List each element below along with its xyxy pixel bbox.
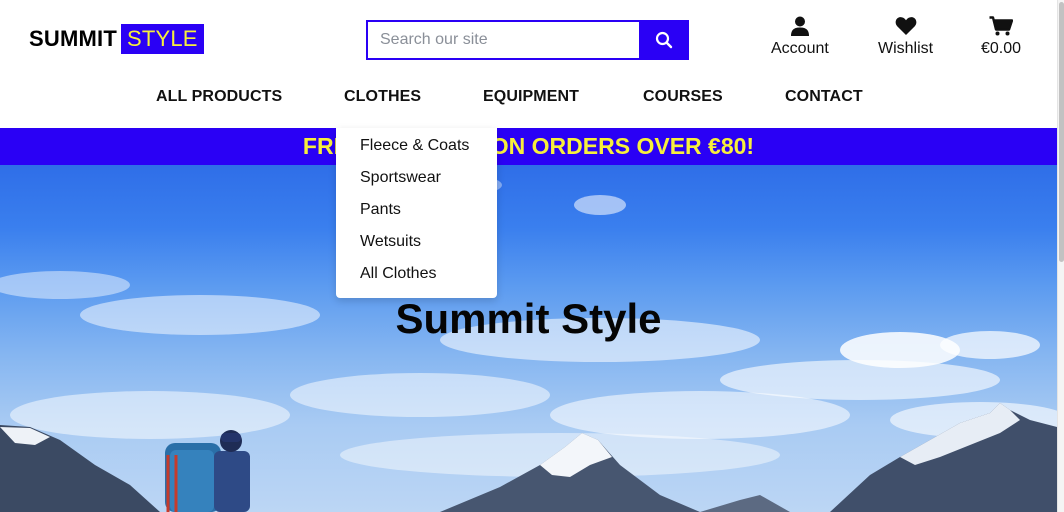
search-button[interactable] bbox=[639, 20, 689, 60]
dropdown-item-fleece-coats[interactable]: Fleece & Coats bbox=[336, 134, 497, 166]
main-nav: ALL PRODUCTS CLOTHES EQUIPMENT COURSES C… bbox=[0, 88, 1057, 112]
scrollbar-thumb[interactable] bbox=[1059, 2, 1064, 262]
clothes-dropdown-menu: Fleece & Coats Sportswear Pants Wetsuits… bbox=[336, 128, 497, 298]
logo-word-summit: SUMMIT bbox=[29, 26, 117, 51]
wishlist-label: Wishlist bbox=[878, 40, 934, 57]
hiker-figure bbox=[165, 430, 250, 512]
nav-courses[interactable]: COURSES bbox=[643, 88, 723, 106]
dropdown-item-all-clothes[interactable]: All Clothes bbox=[336, 262, 497, 294]
hero-section: Summit Style bbox=[0, 165, 1057, 512]
site-logo[interactable]: SUMMIT STYLE bbox=[29, 24, 204, 54]
dropdown-item-wetsuits[interactable]: Wetsuits bbox=[336, 230, 497, 262]
account-link[interactable]: Account bbox=[771, 16, 829, 58]
nav-equipment[interactable]: EQUIPMENT bbox=[483, 88, 579, 106]
wishlist-link[interactable]: Wishlist bbox=[878, 16, 933, 58]
cart-link[interactable]: €0.00 bbox=[981, 16, 1021, 58]
search-form bbox=[366, 20, 689, 60]
dropdown-item-sportswear[interactable]: Sportswear bbox=[336, 166, 497, 198]
search-icon bbox=[655, 31, 673, 49]
search-input[interactable] bbox=[366, 20, 639, 60]
nav-contact[interactable]: CONTACT bbox=[785, 88, 863, 106]
cart-total: €0.00 bbox=[981, 40, 1022, 57]
dropdown-item-pants[interactable]: Pants bbox=[336, 198, 497, 230]
logo-word-style: STYLE bbox=[120, 24, 204, 54]
heart-icon bbox=[895, 17, 916, 35]
hero-title: Summit Style bbox=[395, 295, 662, 342]
promo-banner: FREE DELIVERY ON ORDERS OVER €80! bbox=[0, 128, 1057, 165]
nav-all-products[interactable]: ALL PRODUCTS bbox=[156, 88, 282, 106]
page-scrollbar[interactable] bbox=[1057, 0, 1064, 512]
cart-icon bbox=[989, 16, 1014, 36]
site-header: SUMMIT STYLE Account Wishlist bbox=[0, 0, 1057, 128]
nav-clothes[interactable]: CLOTHES bbox=[344, 88, 421, 106]
user-icon bbox=[790, 16, 809, 36]
account-label: Account bbox=[771, 40, 829, 57]
